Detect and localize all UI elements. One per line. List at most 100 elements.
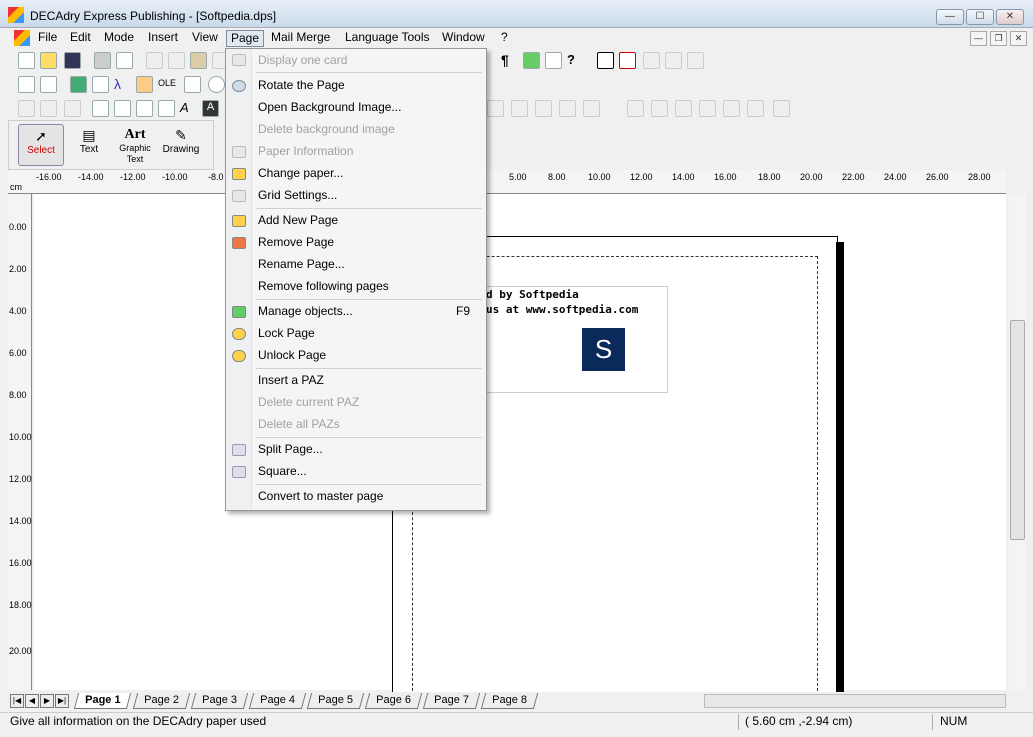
menuitem-rotate-page[interactable]: Rotate the Page	[258, 78, 345, 92]
menuitem-unlock-page[interactable]: Unlock Page	[258, 348, 326, 362]
document-icon[interactable]	[14, 30, 30, 46]
minimize-button[interactable]: —	[936, 9, 964, 25]
menuitem-insert-paz[interactable]: Insert a PAZ	[258, 373, 324, 387]
menuitem-paper-information[interactable]: Paper Information	[258, 144, 353, 158]
bottom-icon[interactable]	[747, 100, 764, 117]
align-center-icon[interactable]	[511, 100, 528, 117]
font-bold-icon[interactable]: A	[202, 100, 219, 117]
open-icon[interactable]	[40, 52, 57, 69]
properties-icon[interactable]	[545, 52, 562, 69]
menu-language-tools[interactable]: Language Tools	[341, 30, 434, 47]
align-middle-icon[interactable]	[583, 100, 600, 117]
mdi-close-button[interactable]: ✕	[1010, 31, 1027, 46]
callout-icon[interactable]	[208, 76, 225, 93]
first-page-icon[interactable]: |◀	[10, 694, 24, 708]
tab-page-4[interactable]: Page 4	[248, 693, 307, 709]
menuitem-display-one-card[interactable]: Display one card	[258, 53, 347, 67]
menuitem-remove-page[interactable]: Remove Page	[258, 235, 334, 249]
picture-icon[interactable]	[70, 76, 87, 93]
menu-help[interactable]: ?	[497, 30, 512, 47]
tab-page-1[interactable]: Page 1	[73, 693, 132, 709]
same-height-icon[interactable]	[699, 100, 716, 117]
snap-icon[interactable]	[687, 52, 704, 69]
tab-page-3[interactable]: Page 3	[190, 693, 249, 709]
align-top-icon[interactable]	[559, 100, 576, 117]
table-icon[interactable]	[92, 76, 109, 93]
menuitem-remove-following-pages[interactable]: Remove following pages	[258, 279, 389, 293]
menuitem-delete-current-paz[interactable]: Delete current PAZ	[258, 395, 359, 409]
mdi-minimize-button[interactable]: —	[970, 31, 987, 46]
mdi-restore-button[interactable]: ❐	[990, 31, 1007, 46]
align-left-icon[interactable]	[487, 100, 504, 117]
shape-icon[interactable]	[64, 100, 81, 117]
menu-file[interactable]: File	[34, 30, 61, 47]
menu-view[interactable]: View	[188, 30, 222, 47]
save-icon[interactable]	[64, 52, 81, 69]
page-icon[interactable]	[18, 76, 35, 93]
drawing-tool[interactable]: ✎ Drawing	[158, 124, 204, 166]
menu-mail-merge[interactable]: Mail Merge	[267, 30, 334, 47]
barcode-icon[interactable]	[184, 76, 201, 93]
frame-icon[interactable]	[40, 76, 57, 93]
menuitem-rename-page[interactable]: Rename Page...	[258, 257, 345, 271]
fit-width-icon[interactable]	[597, 52, 614, 69]
menuitem-split-page[interactable]: Split Page...	[258, 442, 323, 456]
ole-icon[interactable]: OLE	[158, 76, 176, 93]
pen-icon[interactable]	[92, 100, 109, 117]
menuitem-lock-page[interactable]: Lock Page	[258, 326, 315, 340]
distribute-h-icon[interactable]	[627, 100, 644, 117]
counter-icon[interactable]	[136, 76, 153, 93]
tab-page-8[interactable]: Page 8	[480, 693, 539, 709]
help-cursor-icon[interactable]: ?	[567, 52, 584, 69]
text-tool[interactable]: ▤ Text	[66, 124, 112, 166]
grid-icon[interactable]	[665, 52, 682, 69]
align-right-icon[interactable]	[535, 100, 552, 117]
font-icon[interactable]: A	[180, 100, 197, 117]
last-page-icon[interactable]: ▶|	[55, 694, 69, 708]
tab-page-7[interactable]: Page 7	[422, 693, 481, 709]
distribute-v-icon[interactable]	[651, 100, 668, 117]
menuitem-add-new-page[interactable]: Add New Page	[258, 213, 338, 227]
menu-mode[interactable]: Mode	[100, 30, 138, 47]
objects-icon[interactable]	[523, 52, 540, 69]
print-icon[interactable]	[94, 52, 111, 69]
menuitem-grid-settings[interactable]: Grid Settings...	[258, 188, 337, 202]
tab-page-6[interactable]: Page 6	[364, 693, 423, 709]
cut-icon[interactable]	[146, 52, 163, 69]
image-fx-icon[interactable]	[136, 100, 153, 117]
menuitem-square[interactable]: Square...	[258, 464, 307, 478]
group-icon[interactable]	[773, 100, 790, 117]
close-button[interactable]: ✕	[996, 9, 1024, 25]
fill-icon[interactable]	[114, 100, 131, 117]
new-icon[interactable]	[18, 52, 35, 69]
next-page-icon[interactable]: ▶	[40, 694, 54, 708]
prev-page-icon[interactable]: ◀	[25, 694, 39, 708]
menu-window[interactable]: Window	[438, 30, 489, 47]
zoom-icon[interactable]	[643, 52, 660, 69]
paste-icon[interactable]	[190, 52, 207, 69]
menuitem-convert-master[interactable]: Convert to master page	[258, 489, 383, 503]
menuitem-delete-background[interactable]: Delete background image	[258, 122, 395, 136]
vertical-scroll-thumb[interactable]	[1010, 320, 1025, 540]
same-width-icon[interactable]	[675, 100, 692, 117]
graphic-text-tool[interactable]: Art Graphic Text	[112, 124, 158, 166]
paragraph-icon[interactable]: ¶	[501, 52, 518, 69]
menuitem-manage-objects[interactable]: Manage objects...	[258, 304, 353, 318]
menu-edit[interactable]: Edit	[66, 30, 95, 47]
menu-page[interactable]: Page	[226, 30, 265, 47]
softpedia-logo[interactable]: S	[582, 328, 625, 371]
line-icon[interactable]	[18, 100, 35, 117]
horizontal-scrollbar[interactable]	[704, 694, 1006, 708]
menuitem-change-paper[interactable]: Change paper...	[258, 166, 343, 180]
tab-page-2[interactable]: Page 2	[132, 693, 191, 709]
formula-icon[interactable]: λ	[114, 76, 131, 93]
select-tool[interactable]: ➚ Select	[18, 124, 64, 166]
tab-page-5[interactable]: Page 5	[306, 693, 365, 709]
center-page-icon[interactable]	[723, 100, 740, 117]
menuitem-delete-all-paz[interactable]: Delete all PAZs	[258, 417, 340, 431]
layer-icon[interactable]	[158, 100, 175, 117]
maximize-button[interactable]: ☐	[966, 9, 994, 25]
copy-icon[interactable]	[168, 52, 185, 69]
menu-insert[interactable]: Insert	[144, 30, 182, 47]
fit-page-icon[interactable]	[619, 52, 636, 69]
